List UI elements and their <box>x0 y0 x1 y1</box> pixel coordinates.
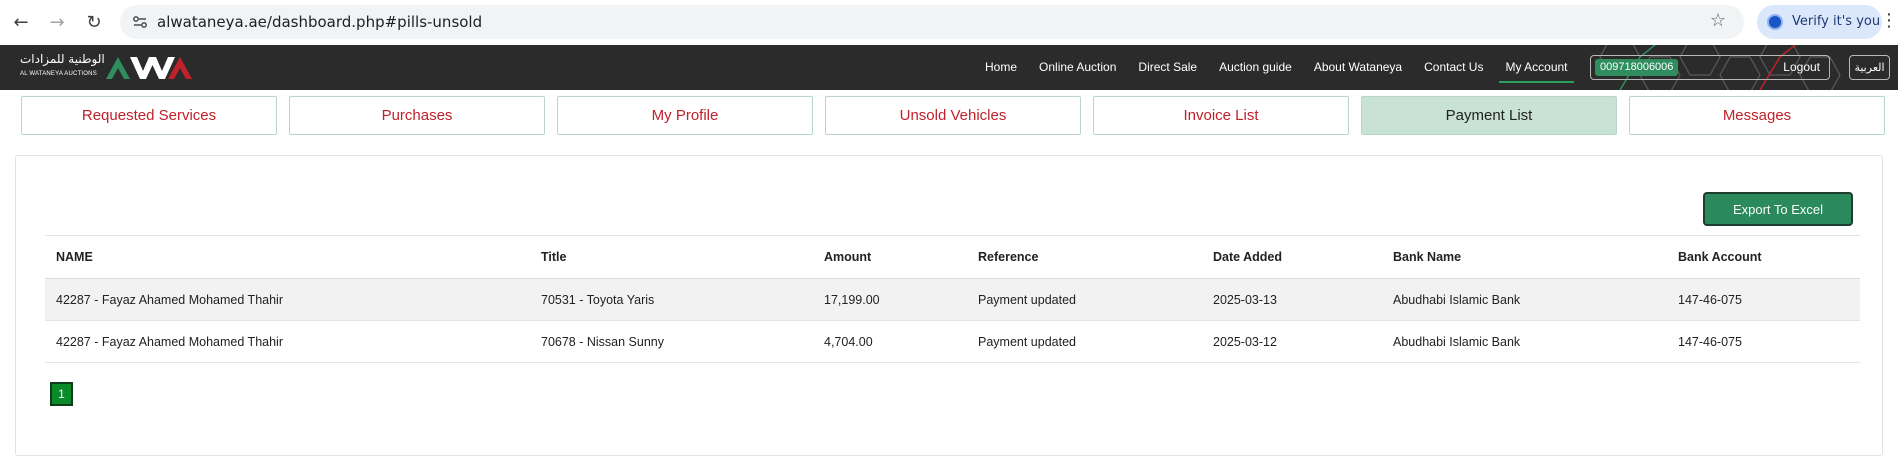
back-arrow-icon[interactable]: ← <box>7 8 35 36</box>
site-header: الوطنية للمزادات AL WATANEYA AUCTIONS Ho… <box>0 45 1898 90</box>
nav-home[interactable]: Home <box>985 45 1017 90</box>
url-text[interactable]: alwataneya.ae/dashboard.php#pills-unsold <box>157 13 482 31</box>
nav-contact-us[interactable]: Contact Us <box>1424 45 1483 90</box>
column-header-reference[interactable]: Reference <box>967 235 1202 279</box>
account-tabs: Requested Services Purchases My Profile … <box>21 96 1885 136</box>
export-to-excel-button[interactable]: Export To Excel <box>1703 192 1853 226</box>
column-header-title[interactable]: Title <box>530 235 813 279</box>
cell-name: 42287 - Fayaz Ahamed Mohamed Thahir <box>45 320 530 363</box>
logout-button[interactable]: Logout <box>1783 56 1820 79</box>
cell-bank-account: 147-46-075 <box>1667 320 1860 363</box>
cell-title: 70531 - Toyota Yaris <box>530 278 813 321</box>
awa-logo-icon <box>106 57 192 79</box>
verify-identity-button[interactable]: Verify it's you <box>1757 5 1882 39</box>
logo-english-text: AL WATANEYA AUCTIONS <box>20 71 97 77</box>
tab-unsold-vehicles[interactable]: Unsold Vehicles <box>825 96 1081 135</box>
verify-label: Verify it's you <box>1792 14 1881 29</box>
table-header-row: NAME Title Amount Reference Date Added B… <box>45 235 1860 279</box>
account-box: 009718006006 Logout <box>1590 55 1830 80</box>
nav-about-wataneya[interactable]: About Wataneya <box>1314 45 1402 90</box>
pagination-page-button[interactable]: 1 <box>50 382 73 406</box>
table-row: 42287 - Fayaz Ahamed Mohamed Thahir 7053… <box>45 278 1860 321</box>
tab-requested-services[interactable]: Requested Services <box>21 96 277 135</box>
nav-my-account[interactable]: My Account <box>1499 45 1574 90</box>
cell-bank-name: Abudhabi Islamic Bank <box>1382 320 1667 363</box>
cell-title: 70678 - Nissan Sunny <box>530 320 813 363</box>
nav-direct-sale[interactable]: Direct Sale <box>1138 45 1197 90</box>
column-header-name[interactable]: NAME <box>45 235 530 279</box>
cell-reference: Payment updated <box>967 320 1202 363</box>
bookmark-star-icon[interactable]: ☆ <box>1710 10 1726 31</box>
cell-amount: 4,704.00 <box>813 320 967 363</box>
browser-toolbar: ← → ↻ alwataneya.ae/dashboard.php#pills-… <box>0 0 1898 45</box>
forward-arrow-icon[interactable]: → <box>43 8 71 36</box>
column-header-date-added[interactable]: Date Added <box>1202 235 1382 279</box>
browser-menu-icon[interactable]: ⋮ <box>1880 10 1898 31</box>
language-toggle-button[interactable]: العربية <box>1849 55 1890 80</box>
logo-arabic-text: الوطنية للمزادات <box>20 52 105 66</box>
cell-name: 42287 - Fayaz Ahamed Mohamed Thahir <box>45 278 530 321</box>
main-navigation: Home Online Auction Direct Sale Auction … <box>985 45 1590 90</box>
phone-number-badge: 009718006006 <box>1595 59 1679 76</box>
site-logo[interactable]: الوطنية للمزادات AL WATANEYA AUCTIONS <box>18 51 198 85</box>
tab-my-profile[interactable]: My Profile <box>557 96 813 135</box>
tab-invoice-list[interactable]: Invoice List <box>1093 96 1349 135</box>
payment-table: NAME Title Amount Reference Date Added B… <box>45 235 1860 363</box>
address-bar[interactable]: alwataneya.ae/dashboard.php#pills-unsold… <box>120 5 1744 39</box>
cell-reference: Payment updated <box>967 278 1202 321</box>
cell-date-added: 2025-03-12 <box>1202 320 1382 363</box>
tab-purchases[interactable]: Purchases <box>289 96 545 135</box>
column-header-amount[interactable]: Amount <box>813 235 967 279</box>
column-header-bank-name[interactable]: Bank Name <box>1382 235 1667 279</box>
cell-date-added: 2025-03-13 <box>1202 278 1382 321</box>
tab-messages[interactable]: Messages <box>1629 96 1885 135</box>
cell-amount: 17,199.00 <box>813 278 967 321</box>
profile-icon <box>1767 14 1783 30</box>
payment-list-panel: Export To Excel NAME Title Amount Refere… <box>15 155 1883 456</box>
table-row: 42287 - Fayaz Ahamed Mohamed Thahir 7067… <box>45 320 1860 363</box>
column-header-bank-account[interactable]: Bank Account <box>1667 235 1860 279</box>
nav-online-auction[interactable]: Online Auction <box>1039 45 1116 90</box>
nav-auction-guide[interactable]: Auction guide <box>1219 45 1292 90</box>
tab-payment-list[interactable]: Payment List <box>1361 96 1617 135</box>
reload-icon[interactable]: ↻ <box>80 8 108 36</box>
cell-bank-name: Abudhabi Islamic Bank <box>1382 278 1667 321</box>
cell-bank-account: 147-46-075 <box>1667 278 1860 321</box>
site-settings-icon[interactable] <box>132 14 148 30</box>
